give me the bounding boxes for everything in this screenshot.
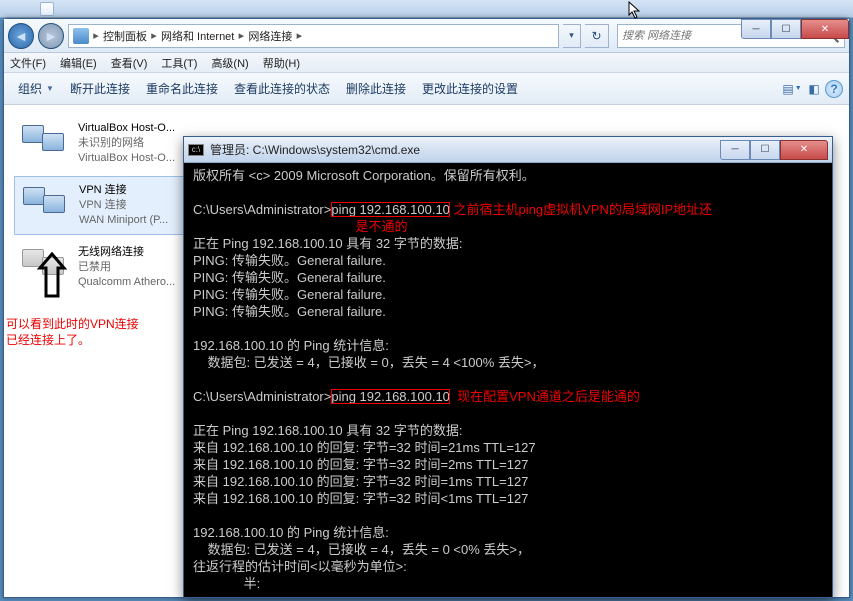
- toolbar-delete[interactable]: 删除此连接: [338, 76, 414, 101]
- cmd-titlebar[interactable]: c:\ 管理员: C:\Windows\system32\cmd.exe ─ ☐…: [184, 137, 832, 163]
- menu-help[interactable]: 帮助(H): [263, 55, 300, 71]
- conn-device: VirtualBox Host-O...: [78, 151, 175, 166]
- annotation-cmd-2: 现在配置VPN通道之后是能通的: [457, 389, 640, 404]
- menu-advanced[interactable]: 高级(N): [211, 55, 248, 71]
- nav-forward-button[interactable]: ►: [38, 23, 64, 49]
- toolbar-organize[interactable]: 组织▼: [10, 76, 62, 101]
- cmd-window: c:\ 管理员: C:\Windows\system32\cmd.exe ─ ☐…: [183, 136, 833, 598]
- cmd-close-button[interactable]: ✕: [780, 140, 828, 160]
- breadcrumb-seg[interactable]: 网络连接: [244, 25, 296, 47]
- cmd-maximize-button[interactable]: ☐: [750, 140, 780, 160]
- annotation-cmd-1b: 是不通的: [356, 219, 408, 234]
- ping-command-box: ping 192.168.100.10: [331, 202, 450, 217]
- conn-device: WAN Miniport (P...: [79, 213, 168, 228]
- toolbar-disconnect[interactable]: 断开此连接: [62, 76, 138, 101]
- control-panel-icon: [73, 28, 89, 44]
- help-icon[interactable]: ?: [825, 80, 843, 98]
- cmd-output[interactable]: 版权所有 <c> 2009 Microsoft Corporation。保留所有…: [187, 163, 829, 594]
- toolbar-rename[interactable]: 重命名此连接: [138, 76, 226, 101]
- breadcrumb[interactable]: ▸ 控制面板 ▸ 网络和 Internet ▸ 网络连接 ▸: [68, 24, 559, 48]
- annotation-arrow: [36, 252, 68, 298]
- connection-item-virtualbox[interactable]: VirtualBox Host-O... 未识别的网络 VirtualBox H…: [14, 115, 184, 172]
- menu-file[interactable]: 文件(F): [10, 55, 46, 71]
- menu-tools[interactable]: 工具(T): [161, 55, 197, 71]
- conn-name: VPN 连接: [79, 183, 168, 198]
- chevron-down-icon: ▼: [46, 84, 54, 93]
- network-adapter-icon: [21, 183, 69, 225]
- conn-status: 已禁用: [78, 260, 175, 275]
- breadcrumb-seg[interactable]: 控制面板: [99, 25, 151, 47]
- cmd-title-text: 管理员: C:\Windows\system32\cmd.exe: [210, 141, 420, 158]
- chevron-right-icon[interactable]: ▸: [296, 25, 302, 47]
- maximize-button[interactable]: ☐: [771, 19, 801, 39]
- menu-bar: 文件(F) 编辑(E) 查看(V) 工具(T) 高级(N) 帮助(H): [4, 53, 849, 73]
- network-adapter-icon: [20, 121, 68, 163]
- preview-pane-icon[interactable]: ◧: [803, 78, 825, 100]
- menu-edit[interactable]: 编辑(E): [60, 55, 97, 71]
- taskbar-button[interactable]: [40, 2, 54, 16]
- ping-command-box: ping 192.168.100.10: [331, 389, 450, 404]
- cmd-minimize-button[interactable]: ─: [720, 140, 750, 160]
- conn-status: 未识别的网络: [78, 136, 175, 151]
- menu-view[interactable]: 查看(V): [111, 55, 148, 71]
- breadcrumb-dropdown[interactable]: ▾: [563, 24, 581, 48]
- conn-device: Qualcomm Athero...: [78, 275, 175, 290]
- annotation-text-left: 可以看到此时的VPN连接已经连接上了。: [6, 316, 139, 348]
- nav-back-button[interactable]: ◄: [8, 23, 34, 49]
- cmd-icon: c:\: [188, 144, 204, 156]
- toolbar-change[interactable]: 更改此连接的设置: [414, 76, 526, 101]
- annotation-cmd-1a: 之前宿主机ping虚拟机VPN的局域网IP地址还: [454, 202, 713, 217]
- toolbar-status[interactable]: 查看此连接的状态: [226, 76, 338, 101]
- refresh-button[interactable]: ↻: [585, 24, 609, 48]
- conn-name: VirtualBox Host-O...: [78, 121, 175, 136]
- nav-row: ◄ ► ▸ 控制面板 ▸ 网络和 Internet ▸ 网络连接 ▸ ▾ ↻ 🔍: [4, 19, 849, 53]
- view-icon[interactable]: ▤▼: [781, 78, 803, 100]
- conn-status: VPN 连接: [79, 198, 168, 213]
- close-button[interactable]: ✕: [801, 19, 849, 39]
- toolbar: 组织▼ 断开此连接 重命名此连接 查看此连接的状态 删除此连接 更改此连接的设置…: [4, 73, 849, 105]
- connection-item-vpn[interactable]: VPN 连接 VPN 连接 WAN Miniport (P...: [14, 176, 184, 235]
- explorer-window-controls: ─ ☐ ✕: [741, 19, 849, 39]
- conn-name: 无线网络连接: [78, 245, 175, 260]
- breadcrumb-seg[interactable]: 网络和 Internet: [157, 25, 238, 47]
- desktop-taskbar: [0, 0, 853, 18]
- minimize-button[interactable]: ─: [741, 19, 771, 39]
